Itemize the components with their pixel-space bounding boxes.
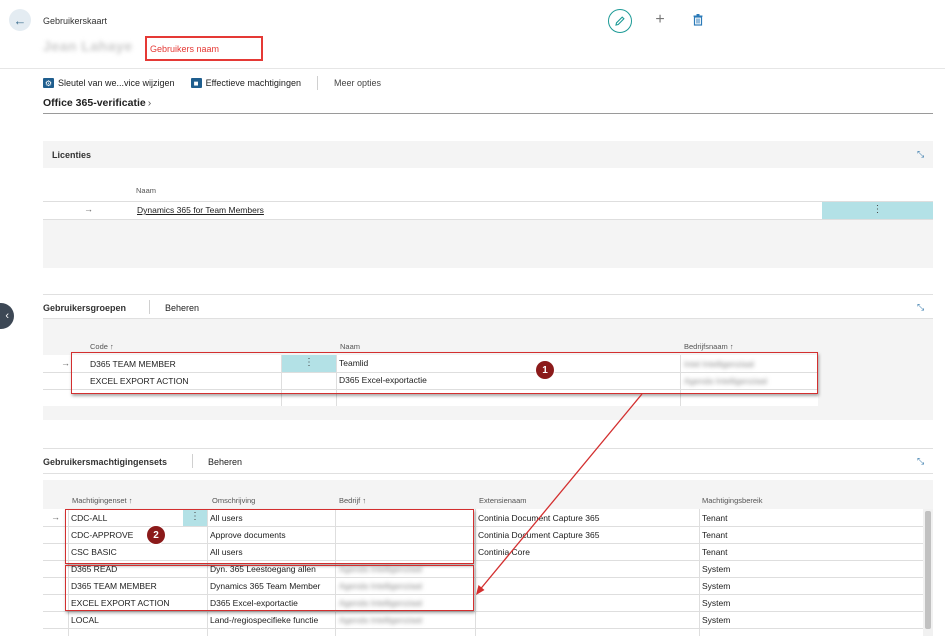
connector-arrow <box>476 393 643 595</box>
